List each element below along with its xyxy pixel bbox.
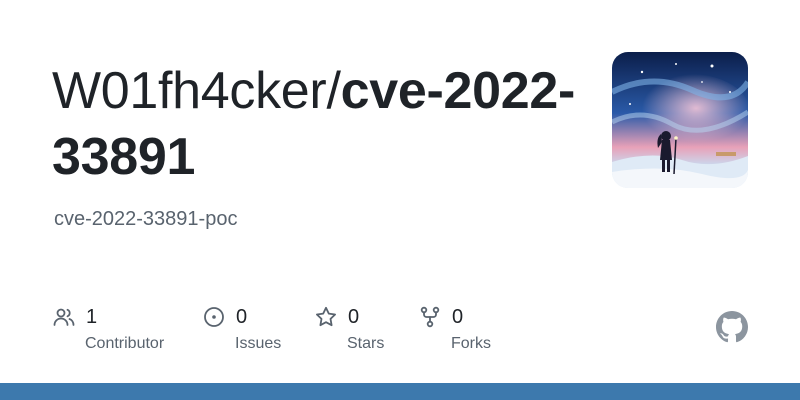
forks-label: Forks: [451, 335, 491, 352]
contributors-label: Contributor: [85, 335, 165, 352]
repo-title: W01fh4cker/cve-2022-33891: [52, 58, 592, 190]
stat-contributors[interactable]: 1 Contributor: [52, 303, 192, 353]
avatar-illustration: [612, 52, 748, 188]
accent-bar: [0, 383, 800, 400]
repo-owner: W01fh4cker/: [52, 62, 341, 120]
repo-forked-icon: [418, 305, 442, 329]
forks-count: 0: [452, 305, 464, 328]
stat-forks[interactable]: 0 Forks: [418, 303, 558, 353]
stars-count: 0: [348, 305, 360, 328]
star-icon: [314, 305, 338, 329]
repo-description: cve-2022-33891-poc: [54, 208, 238, 230]
github-mark-icon[interactable]: [716, 311, 748, 343]
contributors-count: 1: [86, 305, 98, 328]
owner-avatar: [612, 52, 748, 188]
people-icon: [52, 305, 76, 329]
issue-opened-icon: [202, 305, 226, 329]
issues-count: 0: [236, 305, 248, 328]
